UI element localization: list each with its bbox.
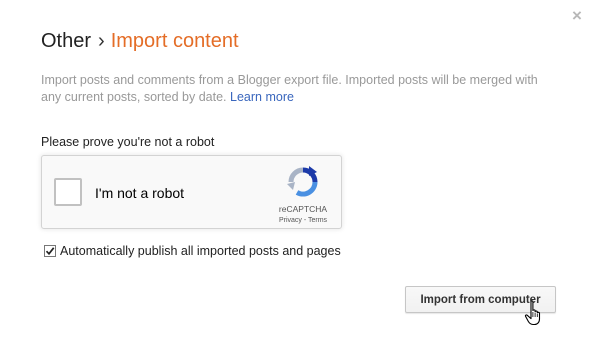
captcha-checkbox[interactable] — [54, 178, 82, 206]
page-title: Import content — [110, 30, 239, 52]
auto-publish-checkbox[interactable] — [44, 245, 56, 257]
breadcrumb-separator-icon: › — [98, 30, 105, 52]
close-icon[interactable]: × — [570, 7, 584, 24]
checkmark-icon — [45, 247, 55, 256]
auto-publish-option[interactable]: Automatically publish all imported posts… — [44, 244, 341, 258]
recaptcha-widget: I'm not a robot reCAPTCHA Privacy - Term… — [41, 155, 342, 229]
captcha-checkbox-label: I'm not a robot — [95, 185, 185, 201]
hand-pointer-icon — [524, 300, 541, 326]
recaptcha-logo-icon — [287, 166, 318, 197]
privacy-link[interactable]: Privacy — [279, 217, 302, 224]
breadcrumb-parent[interactable]: Other — [41, 30, 91, 52]
breadcrumb: Other › Import content — [41, 30, 239, 52]
recaptcha-brand: reCAPTCHA — [278, 204, 328, 214]
learn-more-link[interactable]: Learn more — [230, 90, 294, 104]
import-description: Import posts and comments from a Blogger… — [41, 72, 541, 106]
terms-link[interactable]: Terms — [308, 217, 327, 224]
auto-publish-label: Automatically publish all imported posts… — [60, 244, 341, 258]
captcha-prompt: Please prove you're not a robot — [41, 135, 215, 149]
recaptcha-terms: Privacy - Terms — [270, 217, 336, 224]
